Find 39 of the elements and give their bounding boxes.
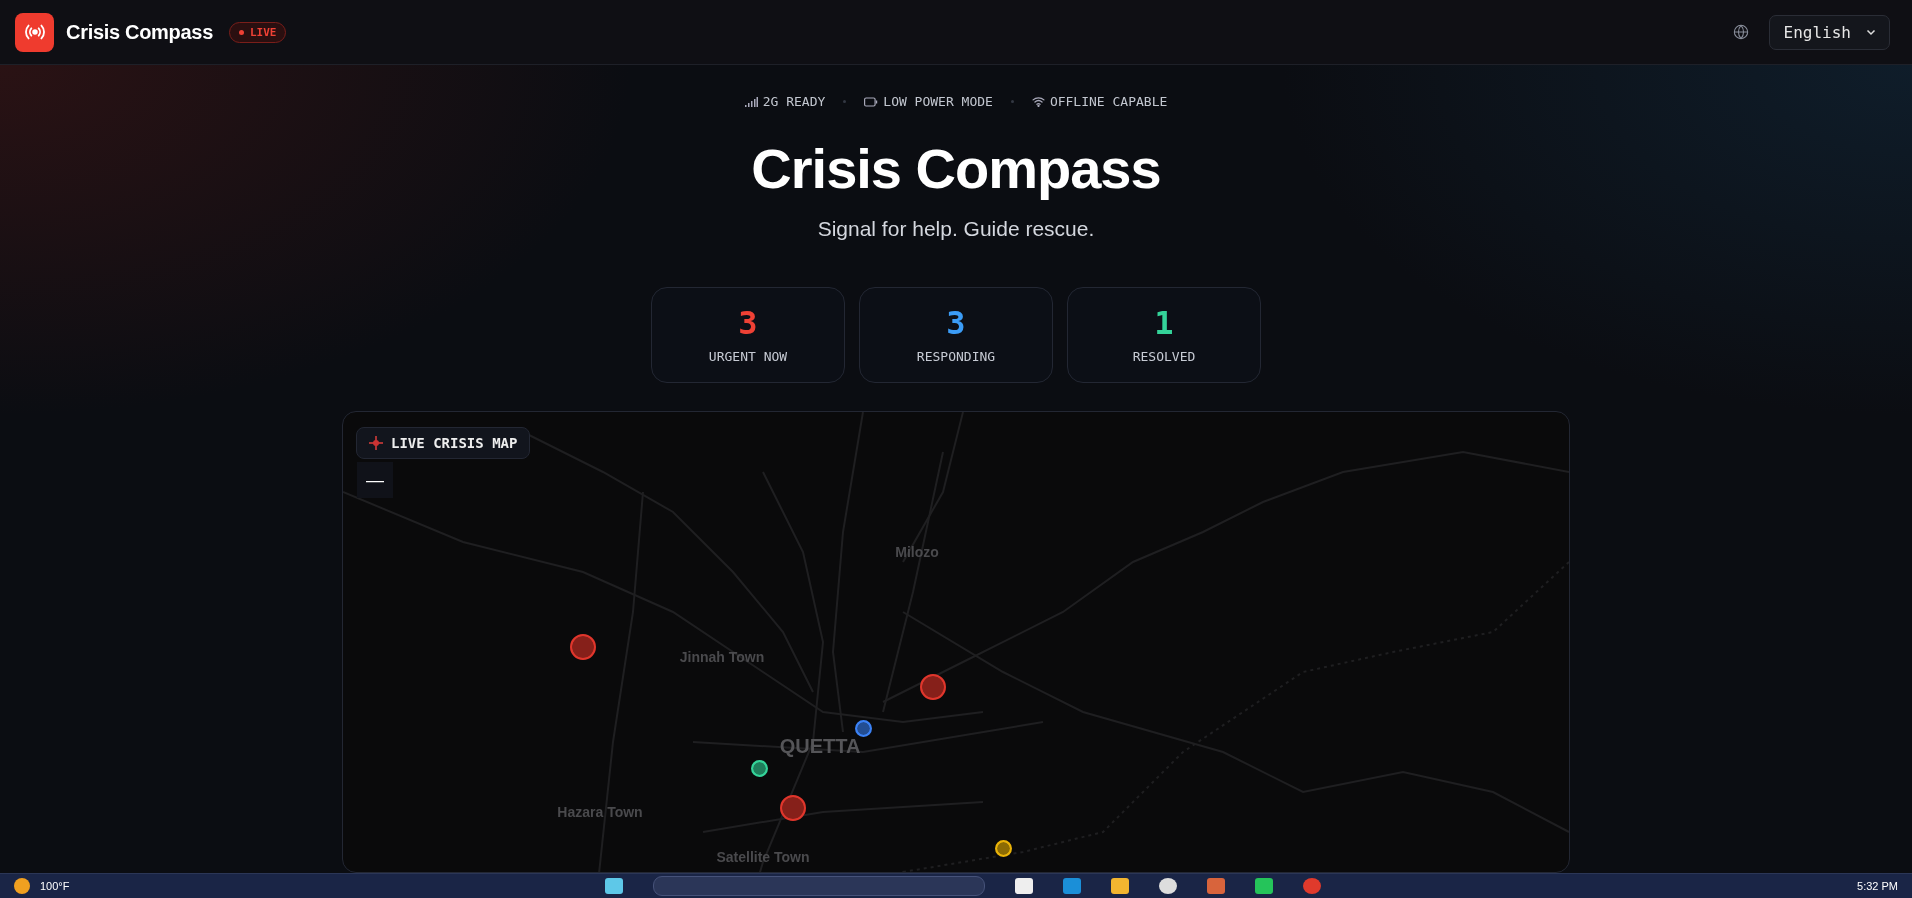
map-marker[interactable] <box>920 674 946 701</box>
signal-bars-icon <box>744 96 758 107</box>
live-badge: LIVE <box>229 21 287 43</box>
hero-subtitle: Signal for help. Guide rescue. <box>817 217 1095 242</box>
weather-temperature: 100°F <box>40 880 70 892</box>
map-marker[interactable] <box>780 795 806 822</box>
app-icon[interactable] <box>1255 878 1274 894</box>
map-place-label: Satellite Town <box>716 849 810 866</box>
map-place-label: QUETTA <box>779 734 861 758</box>
map-marker[interactable] <box>570 634 596 661</box>
status-label: LOW POWER MODE <box>883 94 993 109</box>
zoom-out-button[interactable]: — <box>357 462 393 499</box>
app-name: Crisis Compass <box>66 20 213 44</box>
battery-icon <box>864 96 879 107</box>
app-icon[interactable] <box>1159 878 1178 894</box>
status-label: OFFLINE CAPABLE <box>1049 94 1168 109</box>
stat-value: 3 <box>738 306 758 339</box>
language-select[interactable]: English <box>1768 14 1890 50</box>
wifi-icon <box>1031 96 1045 107</box>
map-marker[interactable] <box>854 719 872 737</box>
stat-label: RESOLVED <box>1132 348 1196 364</box>
globe-icon <box>1732 24 1749 40</box>
stat-label: RESPONDING <box>916 348 996 364</box>
crosshair-icon <box>369 436 383 451</box>
stat-value: 1 <box>1154 306 1174 339</box>
app-logo-icon <box>15 12 54 52</box>
map-place-label: Hazara Town <box>557 804 643 821</box>
taskbar-search-field[interactable] <box>653 876 986 896</box>
map-marker[interactable] <box>994 839 1012 857</box>
hero-title: Crisis Compass <box>751 137 1161 202</box>
map-place-label: Jinnah Town <box>679 649 765 666</box>
clock: 5:32 PM <box>1857 880 1898 892</box>
map-title-text: LIVE CRISIS MAP <box>391 435 518 452</box>
app-icon[interactable] <box>1015 878 1034 894</box>
status-label: 2G READY <box>762 94 826 109</box>
map-marker[interactable] <box>750 759 768 777</box>
map-place-label: Milozo <box>895 544 939 561</box>
stat-value: 3 <box>946 306 966 339</box>
stat-label: URGENT NOW <box>708 348 788 364</box>
